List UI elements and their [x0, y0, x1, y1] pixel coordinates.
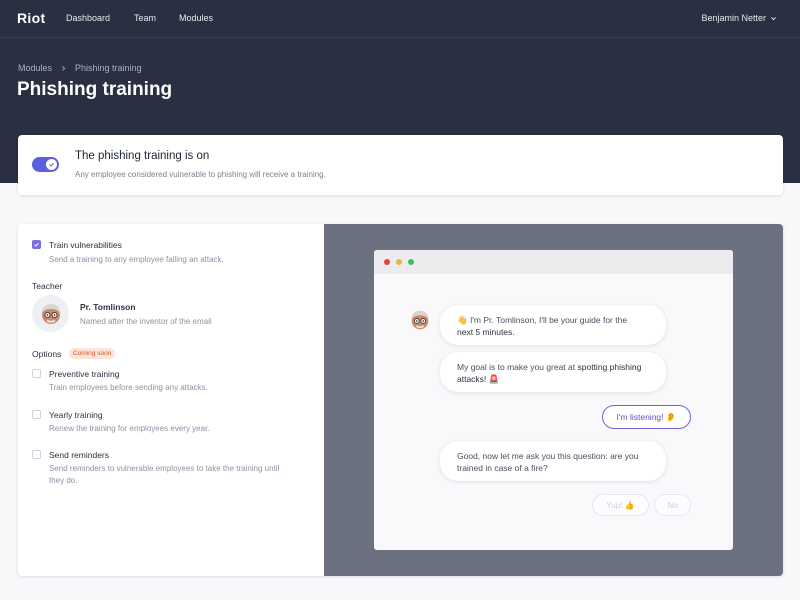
teacher-name: Pr. Tomlinson [80, 302, 136, 312]
preventive-training-description: Train employees before sending any attac… [49, 383, 208, 392]
answer-yes-button[interactable]: Yup! 👍 [592, 494, 649, 516]
message-bold-text: next 5 minutes. [457, 327, 515, 337]
chat-message: My goal is to make you great at spotting… [440, 352, 666, 392]
coming-soon-badge: Coming soon [69, 348, 116, 359]
send-reminders-checkbox[interactable] [32, 450, 41, 459]
settings-panel: Train vulnerabilities Send a training to… [18, 224, 324, 576]
answer-no-button[interactable]: No [654, 494, 691, 516]
message-text: trained in case of a fire? [457, 463, 548, 473]
nav-dashboard[interactable]: Dashboard [66, 13, 110, 23]
window-titlebar [374, 250, 733, 274]
toggle-knob [46, 159, 57, 170]
close-dot-icon [384, 259, 390, 265]
train-vulnerabilities-label: Train vulnerabilities [49, 240, 122, 250]
nav-team[interactable]: Team [134, 13, 156, 23]
train-vulnerabilities-checkbox[interactable] [32, 240, 41, 249]
maximize-dot-icon [408, 259, 414, 265]
message-text: Good, now let me ask you this question: … [457, 451, 639, 461]
settings-card: Train vulnerabilities Send a training to… [18, 224, 783, 576]
chat-message: Good, now let me ask you this question: … [440, 441, 666, 481]
breadcrumb: Modules Phishing training [18, 63, 142, 73]
options-section-label: Options [32, 349, 62, 359]
status-title: The phishing training is on [75, 150, 210, 162]
yearly-training-label: Yearly training [49, 410, 103, 420]
send-reminders-description-line: Send reminders to vulnerable employees t… [49, 464, 280, 473]
train-vulnerabilities-description: Send a training to any employee failing … [49, 255, 224, 264]
top-navigation: Riot Dashboard Team Modules Benjamin Net… [0, 0, 800, 38]
teacher-section-label: Teacher [32, 281, 63, 291]
teacher-avatar-icon [411, 310, 429, 330]
user-menu[interactable]: Benjamin Netter [701, 13, 777, 23]
message-text: My goal is to make you great at [457, 362, 576, 372]
send-reminders-description-line: they do. [49, 476, 78, 485]
check-icon [49, 162, 54, 167]
chevron-right-icon [62, 65, 66, 71]
send-reminders-description: Send reminders to vulnerable employees t… [49, 463, 279, 487]
page-title: Phishing training [17, 79, 173, 100]
logo[interactable]: Riot [17, 10, 45, 26]
check-icon [34, 242, 39, 247]
chat-message: 👋 I'm Pr. Tomlinson, I'll be your guide … [440, 305, 666, 345]
status-card: The phishing training is on Any employee… [18, 135, 783, 195]
nav-modules[interactable]: Modules [179, 13, 213, 23]
message-text: 👋 I'm Pr. Tomlinson, I'll be your guide … [457, 315, 628, 325]
preventive-training-label: Preventive training [49, 369, 120, 379]
reply-button[interactable]: I'm listening! 👂 [602, 405, 691, 429]
chevron-down-icon [771, 16, 776, 20]
status-description: Any employee considered vulnerable to ph… [75, 170, 326, 179]
siren-emoji: 🚨 [488, 374, 500, 384]
send-reminders-label: Send reminders [49, 450, 110, 460]
minimize-dot-icon [396, 259, 402, 265]
chat-preview-window: 👋 I'm Pr. Tomlinson, I'll be your guide … [374, 250, 733, 550]
teacher-face-icon [41, 303, 60, 324]
breadcrumb-modules[interactable]: Modules [18, 63, 52, 73]
preview-panel: 👋 I'm Pr. Tomlinson, I'll be your guide … [324, 224, 783, 576]
yearly-training-description: Renew the training for employees every y… [49, 424, 210, 433]
user-name: Benjamin Netter [701, 13, 766, 23]
yearly-training-checkbox[interactable] [32, 410, 41, 419]
teacher-avatar [32, 295, 69, 332]
training-toggle[interactable] [32, 157, 59, 172]
teacher-description: Named after the inventor of the email [80, 317, 212, 326]
preventive-training-checkbox[interactable] [32, 369, 41, 378]
breadcrumb-current: Phishing training [75, 63, 142, 73]
